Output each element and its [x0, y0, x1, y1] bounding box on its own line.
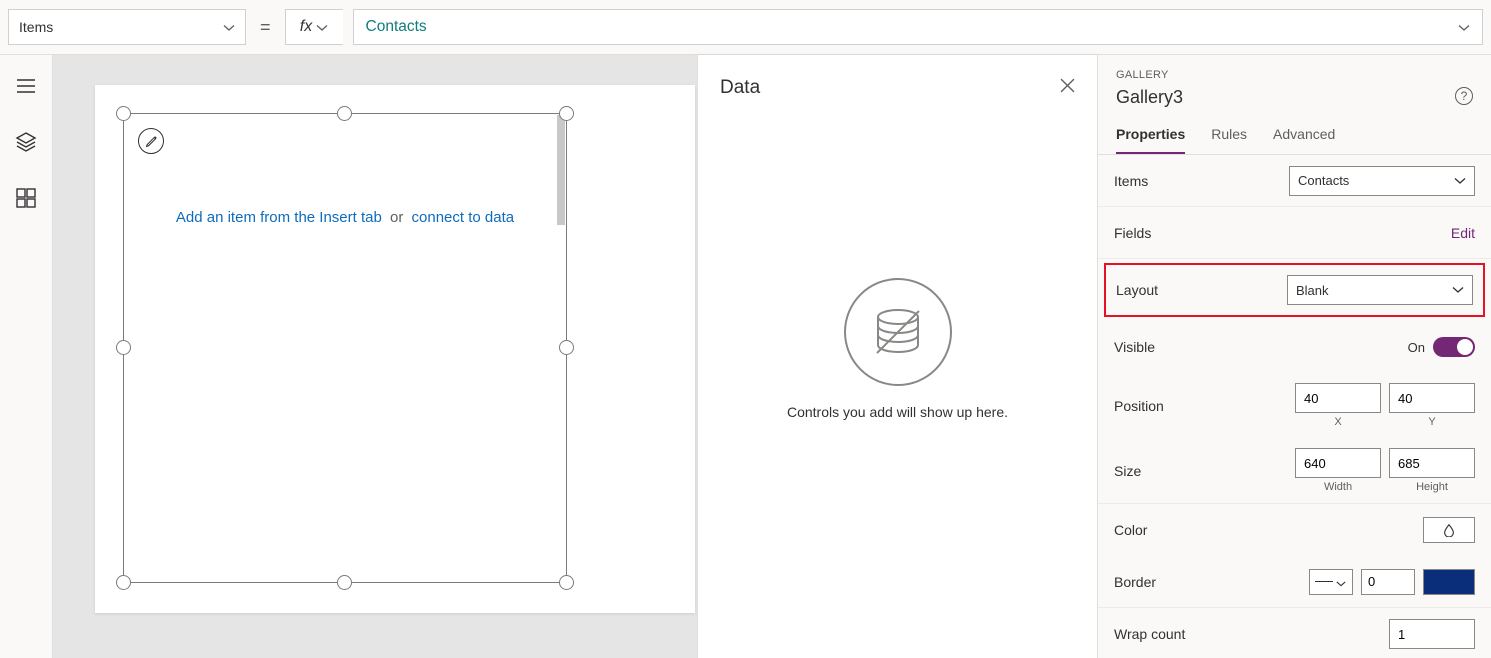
property-dropdown-label: Items: [19, 19, 53, 35]
layers-icon[interactable]: [15, 131, 37, 153]
fields-edit-link[interactable]: Edit: [1451, 225, 1475, 241]
resize-handle[interactable]: [116, 575, 131, 590]
prop-row-position: Position X Y: [1098, 373, 1491, 438]
chevron-down-icon: [1458, 21, 1470, 33]
components-icon[interactable]: [15, 187, 37, 209]
chevron-down-icon: [316, 21, 328, 33]
fx-label: fx: [300, 18, 312, 36]
resize-handle[interactable]: [337, 575, 352, 590]
canvas-area[interactable]: Add an item from the Insert tab or conne…: [53, 55, 697, 658]
control-category: GALLERY: [1116, 69, 1473, 81]
formula-text: Contacts: [366, 18, 427, 36]
help-icon[interactable]: ?: [1455, 87, 1473, 105]
data-panel-title: Data: [720, 77, 760, 99]
size-label: Size: [1114, 463, 1141, 479]
height-sublabel: Height: [1389, 481, 1475, 493]
items-label: Items: [1114, 173, 1148, 189]
y-sublabel: Y: [1389, 416, 1475, 428]
properties-tabs: Properties Rules Advanced: [1098, 112, 1491, 155]
visible-toggle[interactable]: [1433, 337, 1475, 357]
items-dropdown[interactable]: Contacts: [1289, 166, 1475, 196]
chevron-down-icon: [1454, 175, 1466, 187]
fields-label: Fields: [1114, 225, 1151, 241]
property-dropdown[interactable]: Items: [8, 9, 246, 45]
prop-row-wrapcount: Wrap count: [1098, 608, 1491, 658]
layout-value: Blank: [1296, 283, 1329, 298]
fx-button[interactable]: fx: [285, 9, 343, 45]
prop-row-fields: Fields Edit: [1098, 207, 1491, 259]
data-panel: Data Controls you add will show up here.: [697, 55, 1097, 658]
position-label: Position: [1114, 398, 1164, 414]
border-width-input[interactable]: [1361, 569, 1415, 595]
resize-handle[interactable]: [559, 340, 574, 355]
prop-row-color: Color: [1098, 504, 1491, 556]
prop-row-visible: Visible On: [1098, 321, 1491, 373]
color-label: Color: [1114, 522, 1147, 538]
connect-data-link[interactable]: connect to data: [412, 209, 515, 226]
no-data-icon: [844, 278, 952, 386]
hint-separator: or: [386, 209, 407, 226]
tab-properties[interactable]: Properties: [1116, 126, 1185, 154]
data-empty-message: Controls you add will show up here.: [787, 404, 1008, 420]
properties-panel: GALLERY Gallery3 ? Properties Rules Adva…: [1097, 55, 1491, 658]
prop-row-size: Size Width Height: [1098, 438, 1491, 504]
position-y-input[interactable]: [1389, 383, 1475, 413]
x-sublabel: X: [1295, 416, 1381, 428]
size-width-input[interactable]: [1295, 448, 1381, 478]
resize-handle[interactable]: [559, 106, 574, 121]
prop-row-border: Border: [1098, 556, 1491, 608]
close-icon[interactable]: [1060, 78, 1075, 98]
edit-pencil-icon[interactable]: [138, 128, 164, 154]
resize-handle[interactable]: [116, 106, 131, 121]
chevron-down-icon: [1336, 576, 1348, 588]
formula-input[interactable]: Contacts: [353, 9, 1483, 45]
gallery-hint: Add an item from the Insert tab or conne…: [124, 209, 566, 226]
chevron-down-icon: [1452, 284, 1464, 296]
border-label: Border: [1114, 574, 1156, 590]
formula-bar: Items = fx Contacts: [0, 0, 1491, 55]
position-x-input[interactable]: [1295, 383, 1381, 413]
chevron-down-icon: [223, 21, 235, 33]
layout-dropdown[interactable]: Blank: [1287, 275, 1473, 305]
tab-rules[interactable]: Rules: [1211, 126, 1247, 154]
insert-hint-link[interactable]: Add an item from the Insert tab: [176, 209, 382, 226]
equals-sign: =: [256, 17, 275, 38]
items-value: Contacts: [1298, 173, 1349, 188]
resize-handle[interactable]: [559, 575, 574, 590]
width-sublabel: Width: [1295, 481, 1381, 493]
resize-handle[interactable]: [116, 340, 131, 355]
prop-row-layout: Layout Blank: [1104, 263, 1485, 317]
border-style-dropdown[interactable]: [1309, 569, 1353, 595]
selected-gallery[interactable]: Add an item from the Insert tab or conne…: [123, 113, 567, 583]
layout-label: Layout: [1116, 282, 1158, 298]
hamburger-icon[interactable]: [15, 75, 37, 97]
color-picker[interactable]: [1423, 517, 1475, 543]
left-rail: [0, 55, 53, 658]
visible-label: Visible: [1114, 339, 1155, 355]
control-name: Gallery3: [1116, 87, 1473, 108]
prop-row-items: Items Contacts: [1098, 155, 1491, 207]
tab-advanced[interactable]: Advanced: [1273, 126, 1335, 154]
border-color-picker[interactable]: [1423, 569, 1475, 595]
wrapcount-label: Wrap count: [1114, 626, 1185, 642]
resize-handle[interactable]: [337, 106, 352, 121]
size-height-input[interactable]: [1389, 448, 1475, 478]
visible-state: On: [1408, 340, 1425, 355]
wrapcount-input[interactable]: [1389, 619, 1475, 649]
